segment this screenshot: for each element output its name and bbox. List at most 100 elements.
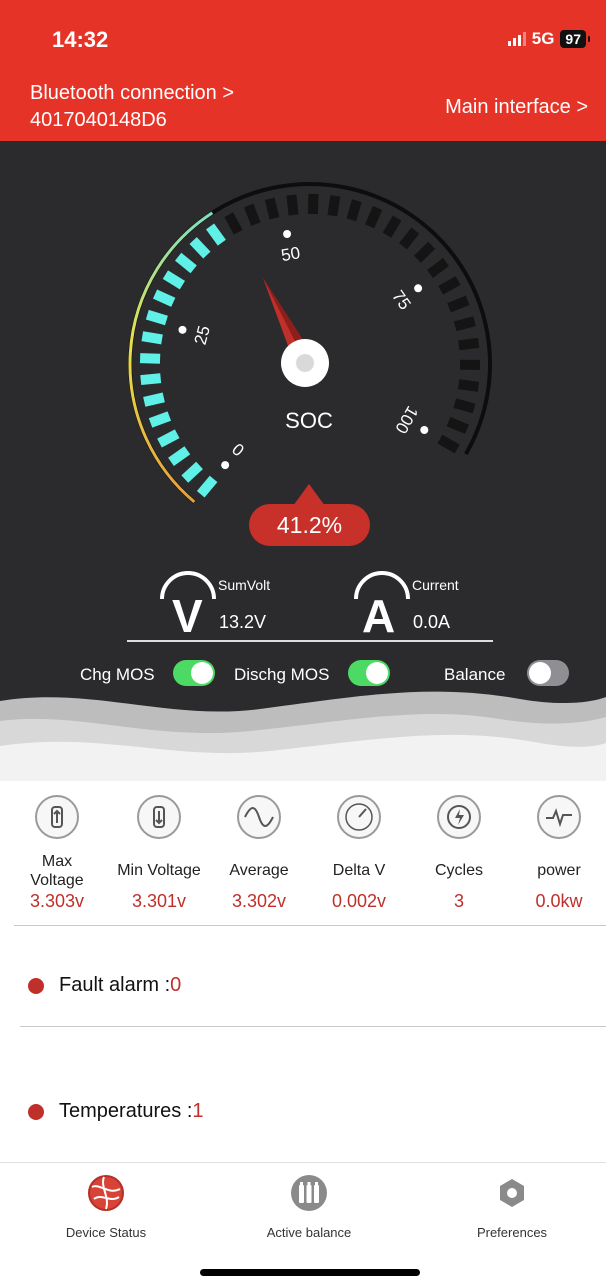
stat-value: 3.303v bbox=[29, 891, 85, 911]
preferences-icon bbox=[492, 1173, 532, 1213]
tab-preferences[interactable]: Preferences bbox=[437, 1173, 587, 1240]
soc-value-badge: 41.2% bbox=[249, 484, 370, 546]
dischg-mos-toggle[interactable] bbox=[348, 660, 390, 686]
device-status-icon bbox=[86, 1173, 126, 1213]
gauge-tick-dot bbox=[414, 284, 423, 293]
fault-alarm-label: Fault alarm : bbox=[59, 974, 171, 996]
average-icon bbox=[237, 795, 281, 839]
gauge-tick bbox=[145, 309, 168, 326]
temperatures-count: 1 bbox=[192, 1100, 204, 1122]
network-type: 5G bbox=[531, 29, 555, 48]
sum-volt-glyph: V bbox=[172, 590, 203, 642]
gauge-tick bbox=[458, 337, 480, 351]
alarm-divider bbox=[20, 1026, 606, 1027]
fault-alarm-count: 0 bbox=[170, 974, 182, 996]
gauge-tick bbox=[168, 446, 191, 466]
temperatures-label: Temperatures : bbox=[59, 1100, 193, 1122]
gauge-tick bbox=[206, 223, 226, 246]
bluetooth-connection-link[interactable]: Bluetooth connection > 4017040148D6 bbox=[30, 80, 234, 134]
dischg-mos-label: Dischg MOS bbox=[234, 665, 330, 684]
stat-label: Average bbox=[229, 862, 289, 879]
gauge-tick bbox=[244, 203, 261, 226]
gauge-tick bbox=[427, 258, 450, 279]
gauge-tick bbox=[162, 270, 186, 290]
gauge-title: SOC bbox=[285, 408, 333, 433]
gauge-tick-label: 100 bbox=[391, 403, 422, 437]
gauge-tick bbox=[437, 434, 460, 454]
gauge-tick-dot bbox=[420, 426, 429, 434]
decorative-waves bbox=[0, 691, 606, 781]
gauge-tick bbox=[157, 429, 180, 448]
temperatures-row[interactable]: Temperatures : 1 bbox=[28, 1100, 204, 1123]
tab-device-status[interactable]: Device Status bbox=[31, 1173, 181, 1240]
current-label: Current bbox=[412, 577, 459, 593]
stat-label: Min Voltage bbox=[117, 862, 201, 879]
app-header: 14:32 5G 97 Bluetooth connection > 40170… bbox=[0, 0, 606, 141]
current-glyph: A bbox=[362, 590, 396, 642]
gauge-tick bbox=[365, 206, 383, 229]
chg-mos-toggle[interactable] bbox=[173, 660, 215, 686]
gauge-tick bbox=[457, 379, 480, 392]
gauge-tick-label: 75 bbox=[388, 287, 414, 313]
gauge-panel: 0 25 50 75 100 SOC 41.2% V SumVolt 13.2V A C… bbox=[0, 141, 606, 781]
gauge-tick bbox=[141, 331, 163, 345]
gauge-tick bbox=[181, 461, 203, 483]
active-balance-icon bbox=[289, 1173, 329, 1213]
gauge-tick bbox=[399, 227, 420, 250]
gauge-tick bbox=[438, 276, 461, 295]
stats-divider bbox=[14, 925, 606, 926]
battery-icon: 97 bbox=[560, 30, 590, 48]
cell-stats: Max Voltage 3.303v Min Voltage 3.301v Averag… bbox=[0, 795, 606, 921]
sum-volt-value: 13.2V bbox=[219, 612, 267, 632]
bluetooth-connection-label: Bluetooth connection > bbox=[30, 82, 235, 104]
stat-value: 0.0kw bbox=[535, 891, 583, 911]
mos-switches: Chg MOS Dischg MOS Balance bbox=[0, 657, 606, 691]
gauge-tick-label: 0 bbox=[229, 439, 248, 460]
gauge-tick bbox=[264, 197, 280, 220]
device-id: 4017040148D6 bbox=[30, 109, 167, 131]
gauge-tick bbox=[413, 241, 436, 263]
gauge-hub bbox=[281, 339, 329, 387]
status-indicators: 5G 97 bbox=[507, 29, 590, 49]
gauge-tick bbox=[286, 194, 299, 216]
max-voltage-icon bbox=[35, 795, 79, 839]
bottom-tab-bar: Device Status Active balance Preferences bbox=[0, 1162, 606, 1285]
temperatures-dot bbox=[28, 1103, 44, 1120]
stat-label: Max Voltage bbox=[30, 853, 84, 889]
gauge-tick bbox=[140, 373, 162, 386]
gauge-tick-label: 50 bbox=[280, 243, 302, 265]
stat-value: 3.302v bbox=[231, 891, 287, 911]
stat-label: power bbox=[537, 862, 581, 879]
main-interface-link[interactable]: Main interface > bbox=[445, 96, 588, 119]
stat-label: Cycles bbox=[434, 862, 483, 879]
balance-label: Balance bbox=[444, 665, 506, 684]
cycles-icon bbox=[437, 795, 481, 839]
fault-alarm-dot bbox=[28, 977, 44, 994]
gauge-tick bbox=[382, 215, 402, 238]
gauge-tick-dot bbox=[221, 461, 230, 470]
gauge-tick bbox=[174, 252, 197, 274]
gauge-tick bbox=[453, 398, 476, 414]
stat-value: 0.002v bbox=[331, 891, 387, 911]
status-time: 14:32 bbox=[52, 27, 109, 52]
power-icon bbox=[537, 795, 581, 839]
gauge-tick bbox=[224, 212, 243, 235]
sum-volt-label: SumVolt bbox=[218, 577, 271, 593]
gauge-tick bbox=[327, 195, 341, 217]
fault-alarm-row[interactable]: Fault alarm : 0 bbox=[28, 974, 181, 997]
gauge-tick-dot bbox=[283, 230, 292, 239]
gauge-tick bbox=[346, 199, 362, 222]
metrics-divider bbox=[127, 640, 493, 642]
gauge-tick bbox=[148, 411, 172, 428]
tab-device-status-label: Device Status bbox=[65, 1225, 147, 1240]
gauge-tick bbox=[152, 289, 176, 307]
balance-toggle[interactable] bbox=[527, 660, 569, 686]
current-value: 0.0A bbox=[413, 612, 451, 632]
tab-active-balance[interactable]: Active balance bbox=[234, 1173, 384, 1240]
gauge-tick bbox=[446, 416, 469, 434]
gauge-tick bbox=[196, 475, 218, 498]
gauge-tick bbox=[139, 353, 161, 364]
home-indicator bbox=[200, 1269, 420, 1276]
gauge-tick bbox=[447, 295, 470, 313]
gauge-tick-label: 25 bbox=[191, 324, 214, 347]
